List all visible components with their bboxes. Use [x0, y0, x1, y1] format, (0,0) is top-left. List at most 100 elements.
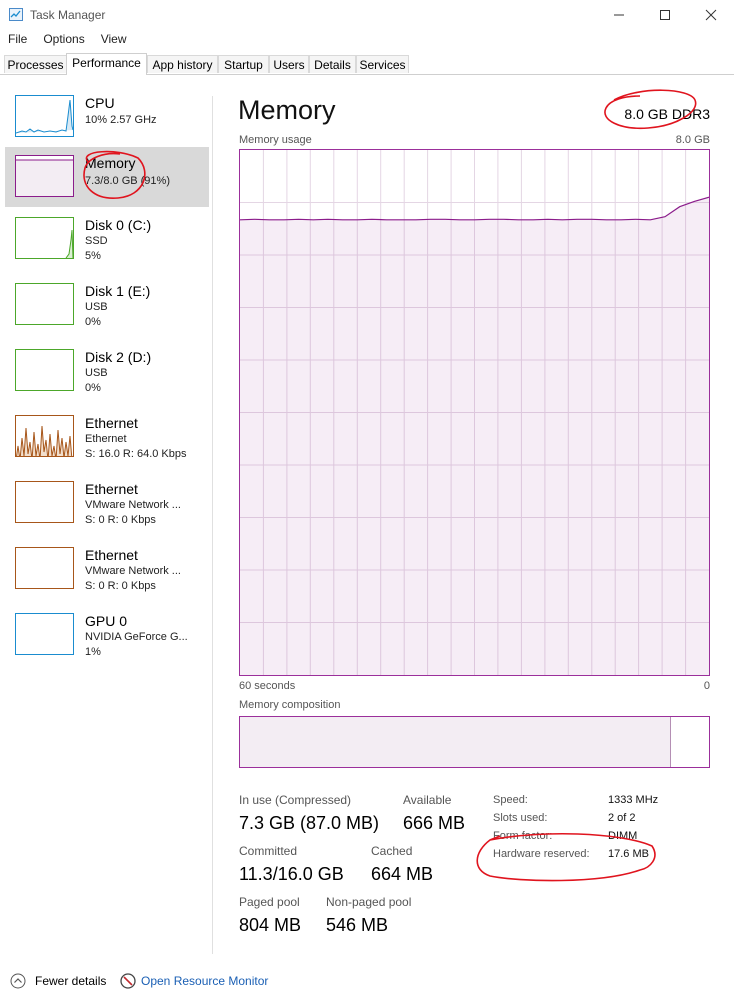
- task-manager-icon: [9, 8, 23, 21]
- memory-usage-area: [240, 197, 709, 675]
- composition-in-use-segment[interactable]: [240, 717, 672, 767]
- sidebar-item-title: Ethernet: [85, 547, 138, 563]
- title-bar[interactable]: Task Manager: [0, 0, 734, 30]
- non-paged-pool-value: 546 MB: [326, 915, 389, 935]
- sidebar-item-detail: 1%: [85, 646, 101, 658]
- slots-used-label: Slots used:: [493, 812, 548, 824]
- disk-2-thumbnail-graph: [15, 349, 74, 391]
- ethernet-3-thumbnail-graph: [15, 547, 74, 589]
- sidebar-item-disk-0[interactable]: Disk 0 (C:) SSD 5%: [5, 216, 209, 278]
- sidebar-item-detail: NVIDIA GeForce G...: [85, 631, 188, 643]
- open-resource-monitor-label: Open Resource Monitor: [141, 974, 269, 988]
- sidebar-item-detail: VMware Network ...: [85, 499, 181, 511]
- non-paged-pool-label: Non-paged pool: [326, 895, 412, 909]
- resource-monitor-icon: [120, 973, 136, 989]
- sidebar-item-detail: 0%: [85, 382, 101, 394]
- sidebar-item-title: Disk 0 (C:): [85, 217, 152, 233]
- tab-startup[interactable]: Startup: [218, 55, 269, 73]
- tab-services[interactable]: Services: [356, 55, 409, 73]
- speed-value: 1333 MHz: [608, 794, 659, 806]
- footer-bar: Fewer details Open Resource Monitor: [0, 968, 734, 996]
- tab-processes[interactable]: Processes: [4, 55, 67, 73]
- tab-details[interactable]: Details: [309, 55, 356, 73]
- menu-options[interactable]: Options: [35, 30, 92, 50]
- sidebar-item-memory[interactable]: Memory 7.3/8.0 GB (91%): [5, 147, 209, 207]
- minimize-icon: [614, 14, 624, 16]
- memory-usage-label: Memory usage: [239, 134, 312, 146]
- slots-used-value: 2 of 2: [608, 812, 636, 824]
- tab-bar: Processes Performance App history Startu…: [0, 53, 734, 75]
- memory-usage-svg: [240, 150, 709, 675]
- sidebar-item-detail: 5%: [85, 250, 101, 262]
- sidebar-item-ethernet-1[interactable]: Ethernet Ethernet S: 16.0 R: 64.0 Kbps: [5, 414, 209, 476]
- menu-view[interactable]: View: [93, 30, 135, 50]
- form-factor-value: DIMM: [608, 830, 638, 842]
- sidebar-item-disk-1[interactable]: Disk 1 (E:) USB 0%: [5, 282, 209, 344]
- open-resource-monitor-link[interactable]: Open Resource Monitor: [120, 973, 268, 989]
- tab-users[interactable]: Users: [269, 55, 309, 73]
- speed-label: Speed:: [493, 794, 528, 806]
- memory-thumbnail-graph: [15, 155, 74, 197]
- menu-file[interactable]: File: [0, 30, 35, 50]
- cached-label: Cached: [371, 844, 413, 858]
- sidebar-item-detail: 0%: [85, 316, 101, 328]
- cpu-thumbnail-graph: [15, 95, 74, 137]
- window-title: Task Manager: [30, 8, 106, 22]
- sidebar-item-title: GPU 0: [85, 613, 128, 629]
- memory-usage-graph: [239, 149, 710, 676]
- form-factor-label: Form factor:: [493, 830, 553, 842]
- sidebar-item-ethernet-3[interactable]: Ethernet VMware Network ... S: 0 R: 0 Kb…: [5, 546, 209, 608]
- close-icon: [705, 9, 717, 21]
- sidebar-item-title: Ethernet: [85, 481, 138, 497]
- paged-pool-label: Paged pool: [239, 895, 300, 909]
- gpu-0-thumbnail-graph: [15, 613, 74, 655]
- fewer-details-button[interactable]: Fewer details: [10, 973, 106, 989]
- ethernet-1-thumbnail-graph: [15, 415, 74, 457]
- graph-time-axis-right: 0: [703, 680, 710, 692]
- tab-app-history[interactable]: App history: [147, 55, 218, 73]
- sidebar-item-detail: 10% 2.57 GHz: [85, 114, 157, 126]
- sidebar-item-disk-2[interactable]: Disk 2 (D:) USB 0%: [5, 348, 209, 410]
- sidebar-item-detail: 7.3/8.0 GB (91%): [85, 175, 170, 187]
- available-label: Available: [403, 793, 452, 807]
- in-use-value: 7.3 GB (87.0 MB): [239, 813, 380, 833]
- memory-spec: 8.0 GB DDR3: [624, 106, 710, 122]
- memory-composition-bar[interactable]: [239, 716, 710, 768]
- minimize-button[interactable]: [596, 0, 642, 30]
- committed-value: 11.3/16.0 GB: [239, 864, 344, 884]
- sidebar-item-title: Disk 1 (E:): [85, 283, 151, 299]
- hardware-reserved-label: Hardware reserved:: [493, 848, 590, 860]
- sidebar-item-detail: S: 0 R: 0 Kbps: [85, 580, 156, 592]
- pane-divider[interactable]: [212, 96, 213, 954]
- sidebar-item-detail: Ethernet: [85, 433, 127, 445]
- sidebar-item-title: Disk 2 (D:): [85, 349, 152, 365]
- sidebar-item-detail: S: 0 R: 0 Kbps: [85, 514, 156, 526]
- sidebar-item-gpu-0[interactable]: GPU 0 NVIDIA GeForce G... 1%: [5, 612, 209, 674]
- sidebar-item-ethernet-2[interactable]: Ethernet VMware Network ... S: 0 R: 0 Kb…: [5, 480, 209, 542]
- tab-performance[interactable]: Performance: [66, 53, 147, 75]
- chevron-up-icon: [10, 973, 26, 989]
- disk-0-thumbnail-graph: [15, 217, 74, 259]
- maximize-button[interactable]: [642, 0, 688, 30]
- sidebar-item-detail: USB: [85, 367, 108, 379]
- ethernet-2-thumbnail-graph: [15, 481, 74, 523]
- memory-composition-label: Memory composition: [239, 699, 341, 711]
- sidebar-item-detail: USB: [85, 301, 108, 313]
- sidebar-item-title: CPU: [85, 95, 115, 111]
- paged-pool-value: 804 MB: [239, 915, 302, 935]
- fewer-details-label: Fewer details: [35, 974, 107, 988]
- graph-time-axis-left: 60 seconds: [239, 680, 296, 692]
- maximize-icon: [660, 10, 670, 20]
- page-title: Memory: [238, 95, 336, 125]
- close-button[interactable]: [688, 0, 734, 30]
- available-value: 666 MB: [403, 813, 466, 833]
- cached-value: 664 MB: [371, 864, 434, 884]
- sidebar-item-detail: VMware Network ...: [85, 565, 181, 577]
- menu-bar: File Options View: [0, 30, 135, 50]
- hardware-reserved-value: 17.6 MB: [608, 848, 649, 860]
- committed-label: Committed: [239, 844, 298, 858]
- disk-1-thumbnail-graph: [15, 283, 74, 325]
- sidebar-item-detail: SSD: [85, 235, 108, 247]
- sidebar-item-title: Memory: [85, 155, 136, 171]
- memory-usage-max-label: 8.0 GB: [675, 134, 710, 146]
